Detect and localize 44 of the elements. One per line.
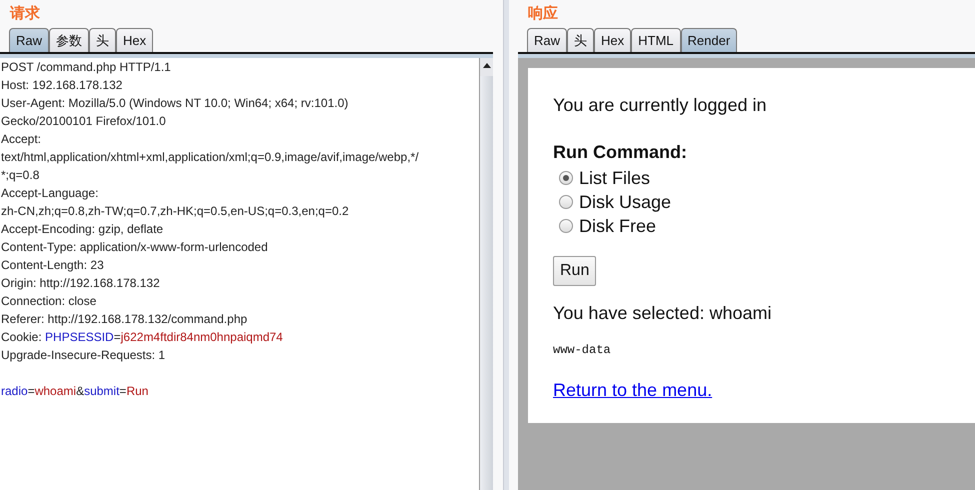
radio-label[interactable]: Disk Usage xyxy=(579,188,672,216)
request-line: radio=whoami&submit=Run xyxy=(1,383,148,400)
radio-button[interactable] xyxy=(559,195,573,209)
tab[interactable]: Render xyxy=(680,28,738,52)
request-line: Accept: xyxy=(1,131,42,148)
run-button[interactable]: Run xyxy=(553,256,596,286)
tab[interactable]: HTML xyxy=(631,28,681,52)
request-line: Origin: http://192.168.178.132 xyxy=(1,275,160,292)
tab[interactable]: Raw xyxy=(527,28,568,52)
request-line: POST /command.php HTTP/1.1 xyxy=(1,59,171,76)
request-line: text/html,application/xhtml+xml,application/xml;q=0.9,image/avif,image/webp,*/ xyxy=(1,149,419,166)
request-line: Connection: close xyxy=(1,293,96,310)
splitter[interactable] xyxy=(502,0,508,490)
request-line: Accept-Encoding: gzip, deflate xyxy=(1,221,164,238)
request-line: Upgrade-Insecure-Requests: 1 xyxy=(1,347,166,364)
panel-title: 响应 xyxy=(527,4,559,24)
request-line: zh-CN,zh;q=0.8,zh-TW;q=0.7,zh-HK;q=0.5,en-US;q=0.3,en;q=0.2 xyxy=(1,203,349,220)
request-line: Content-Length: 23 xyxy=(1,257,104,274)
radio-label[interactable]: Disk Free xyxy=(579,212,656,240)
radio-label[interactable]: List Files xyxy=(579,164,650,192)
request-line: Content-Type: application/x-www-form-urlencoded xyxy=(1,239,268,256)
request-editor[interactable] xyxy=(0,58,493,490)
selected-text: You have selected: whoami xyxy=(553,302,772,325)
command-output: www-data xyxy=(553,342,612,359)
panel-title: 请求 xyxy=(8,4,41,24)
request-line: Cookie: PHPSESSID=j622m4ftdir84nm0hnpaiqmd74 xyxy=(1,329,283,346)
tab[interactable]: 头 xyxy=(567,28,594,52)
status-text: You are currently logged in xyxy=(553,94,768,117)
tab[interactable]: Raw xyxy=(9,28,50,52)
tab[interactable]: Hex xyxy=(594,28,632,52)
request-line: Host: 192.168.178.132 xyxy=(1,77,122,94)
return-link[interactable]: Return to the menu. xyxy=(553,380,712,400)
request-line: Gecko/20100101 Firefox/101.0 xyxy=(1,113,166,130)
request-line: Accept-Language: xyxy=(1,185,98,202)
request-line: User-Agent: Mozilla/5.0 (Windows NT 10.0; Win64; x64; rv:101.0) xyxy=(1,95,348,112)
radio-button[interactable] xyxy=(559,171,573,185)
tab[interactable]: Hex xyxy=(116,28,154,52)
form-title: Run Command: xyxy=(553,141,688,164)
tab[interactable]: 头 xyxy=(89,28,116,52)
tab[interactable]: 参数 xyxy=(49,28,90,52)
request-line: Referer: http://192.168.178.132/command.php xyxy=(1,311,248,328)
scrollbar[interactable] xyxy=(479,58,493,490)
request-line: *;q=0.8 xyxy=(1,167,40,184)
radio-button[interactable] xyxy=(559,219,573,233)
